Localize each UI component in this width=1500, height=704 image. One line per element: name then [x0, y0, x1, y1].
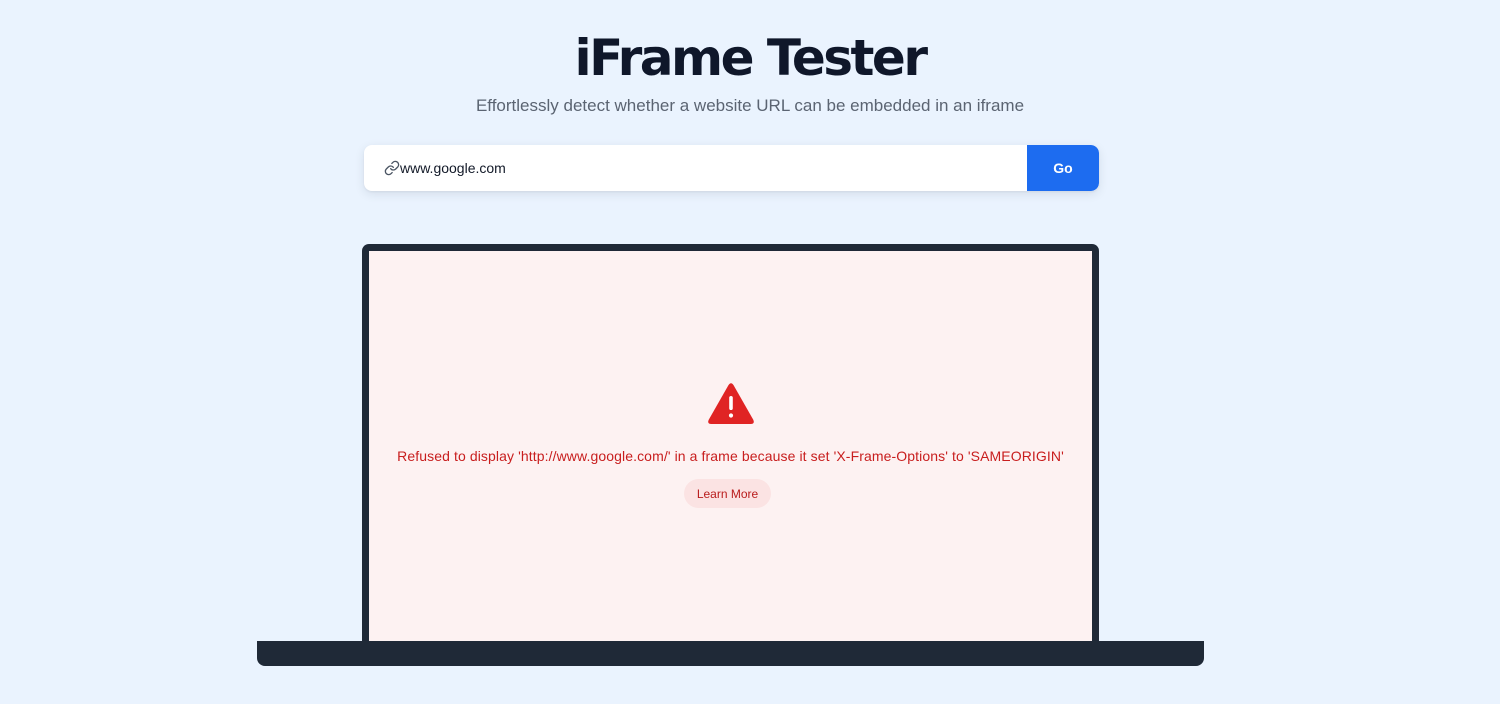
- laptop-screen-frame: Refused to display 'http://www.google.co…: [362, 244, 1099, 664]
- url-input[interactable]: [400, 145, 1027, 191]
- warning-icon: [707, 382, 755, 426]
- url-bar: Go: [364, 145, 1099, 191]
- iframe-preview: Refused to display 'http://www.google.co…: [369, 251, 1092, 664]
- error-message: Refused to display 'http://www.google.co…: [397, 448, 1064, 464]
- page-subtitle: Effortlessly detect whether a website UR…: [475, 96, 1025, 115]
- link-icon: [364, 145, 400, 191]
- learn-more-button[interactable]: Learn More: [684, 479, 771, 508]
- go-button[interactable]: Go: [1027, 145, 1099, 191]
- laptop-base: [257, 641, 1204, 666]
- page-title: iFrame Tester: [574, 29, 928, 87]
